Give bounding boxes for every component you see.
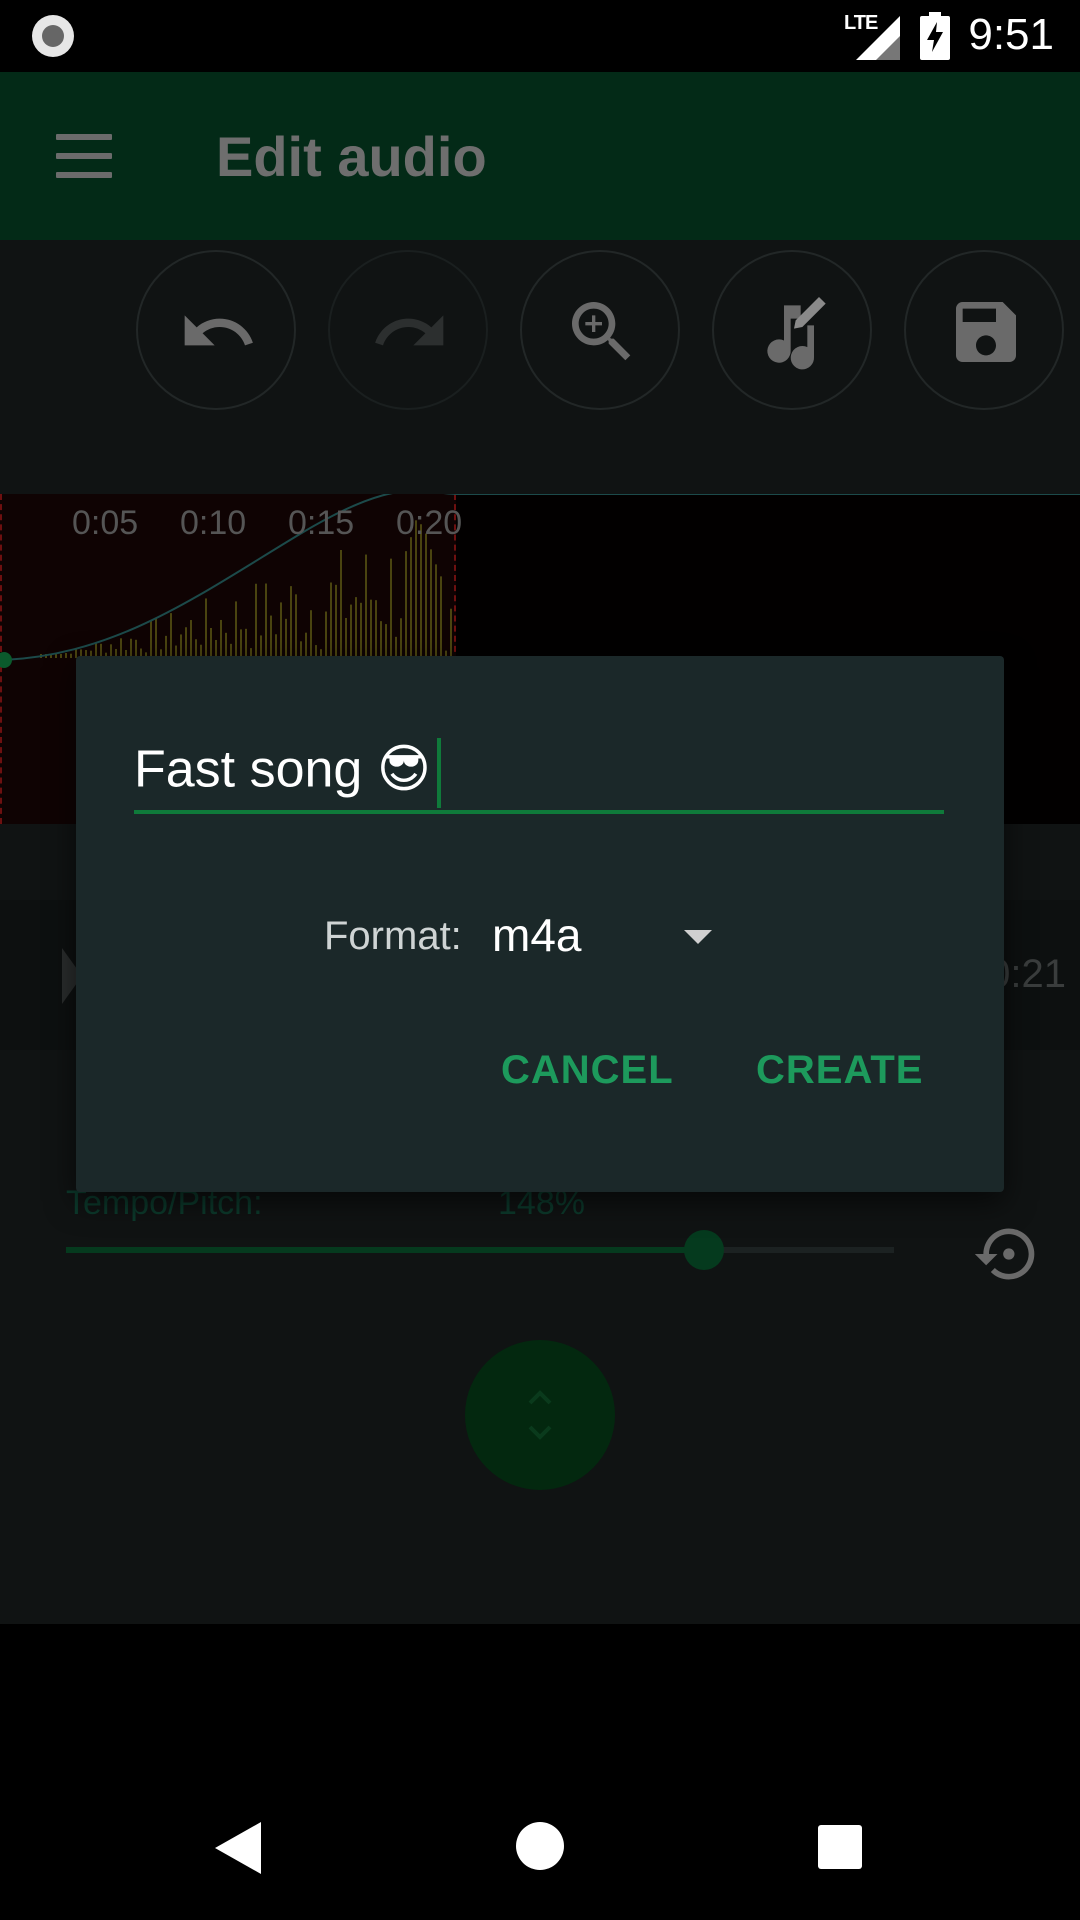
- undo-icon: [184, 315, 253, 346]
- record-icon: [32, 15, 74, 57]
- file-name-input[interactable]: Fast song 😎: [134, 726, 944, 814]
- page-title: Edit audio: [216, 125, 487, 188]
- recents-icon[interactable]: [818, 1825, 862, 1869]
- tick-label: 0:10: [180, 504, 247, 542]
- cancel-button[interactable]: CANCEL: [501, 1048, 674, 1093]
- text-caret: [437, 738, 441, 808]
- reset-icon[interactable]: [972, 1220, 1040, 1288]
- signal-icon: [856, 16, 900, 60]
- slider-thumb[interactable]: [683, 1230, 724, 1270]
- save-button[interactable]: [904, 250, 1064, 410]
- music-edit-icon: [767, 297, 826, 370]
- create-button[interactable]: CREATE: [756, 1048, 923, 1093]
- zoom-in-icon: [572, 302, 631, 361]
- file-name-value: Fast song 😎: [134, 740, 431, 799]
- undo-button[interactable]: [136, 250, 296, 410]
- music-edit-button[interactable]: [712, 250, 872, 410]
- format-label: Format:: [324, 914, 462, 958]
- battery-charging-icon: [920, 12, 950, 60]
- tick-label: 0:20: [396, 504, 463, 542]
- slider-fill: [66, 1247, 704, 1253]
- home-icon[interactable]: [516, 1822, 564, 1870]
- tempo-slider[interactable]: [66, 1230, 894, 1270]
- curve-handle: [0, 652, 12, 668]
- unfold-icon: [528, 1390, 552, 1440]
- menu-icon[interactable]: [56, 134, 112, 178]
- app-bar: Edit audio: [0, 72, 1080, 240]
- redo-button[interactable]: [328, 250, 488, 410]
- back-icon[interactable]: [215, 1822, 261, 1874]
- create-file-dialog: Fast song 😎 Format: m4a CANCEL CREATE: [76, 656, 1004, 1192]
- navigation-bar: [0, 1624, 1080, 1920]
- format-value: m4a: [492, 909, 582, 961]
- tick-label: 0:05: [72, 504, 139, 542]
- redo-icon: [375, 315, 444, 346]
- time-ruler: 0:05 0:10 0:15 0:20: [0, 500, 463, 550]
- dropdown-arrow-icon: [684, 930, 712, 944]
- format-dropdown[interactable]: m4a: [492, 908, 712, 964]
- tick-label: 0:15: [288, 504, 355, 542]
- save-icon: [956, 302, 1016, 362]
- zoom-in-button[interactable]: [520, 250, 680, 410]
- expand-fab[interactable]: [465, 1340, 615, 1490]
- status-bar: LTE 9:51: [0, 0, 1080, 72]
- clock: 9:51: [968, 10, 1054, 59]
